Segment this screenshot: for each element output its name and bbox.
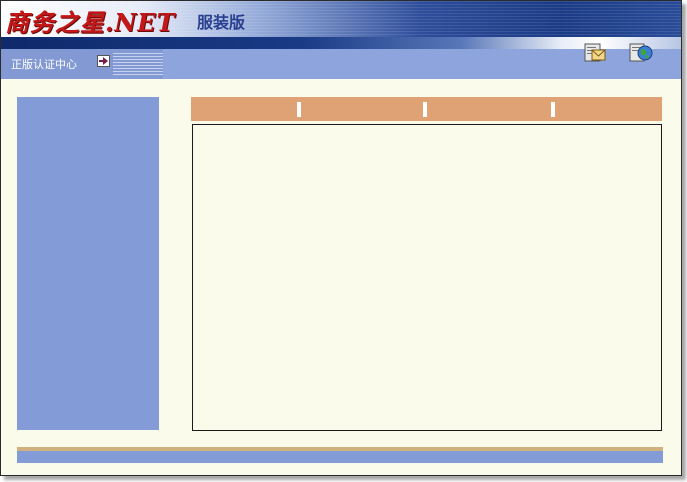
app-logo-text: 商务之星.NET	[5, 8, 176, 37]
edition-label: 服装版	[197, 13, 246, 32]
banner-stripes	[171, 1, 681, 37]
main-content-area	[192, 124, 662, 431]
mail-icon[interactable]	[583, 41, 607, 65]
toolbar-left-section: 正版认证中心	[1, 49, 163, 79]
left-sidebar-panel	[17, 97, 159, 430]
app-window: 商务之星.NET 服装版 正版认证中心	[0, 0, 682, 476]
tab-separator	[551, 102, 555, 117]
content-tab-bar	[191, 97, 662, 121]
globe-icon[interactable]	[629, 41, 653, 65]
header-banner: 商务之星.NET 服装版	[1, 1, 681, 37]
tab-separator	[423, 102, 427, 117]
arrow-right-icon[interactable]	[97, 55, 110, 67]
footer-bar	[17, 451, 663, 463]
header-divider-strip	[1, 37, 681, 49]
auth-center-link[interactable]: 正版认证中心	[11, 56, 77, 72]
toolbar: 正版认证中心	[1, 49, 681, 79]
tab-separator	[297, 102, 301, 117]
toolbar-decor-lines	[113, 53, 163, 75]
